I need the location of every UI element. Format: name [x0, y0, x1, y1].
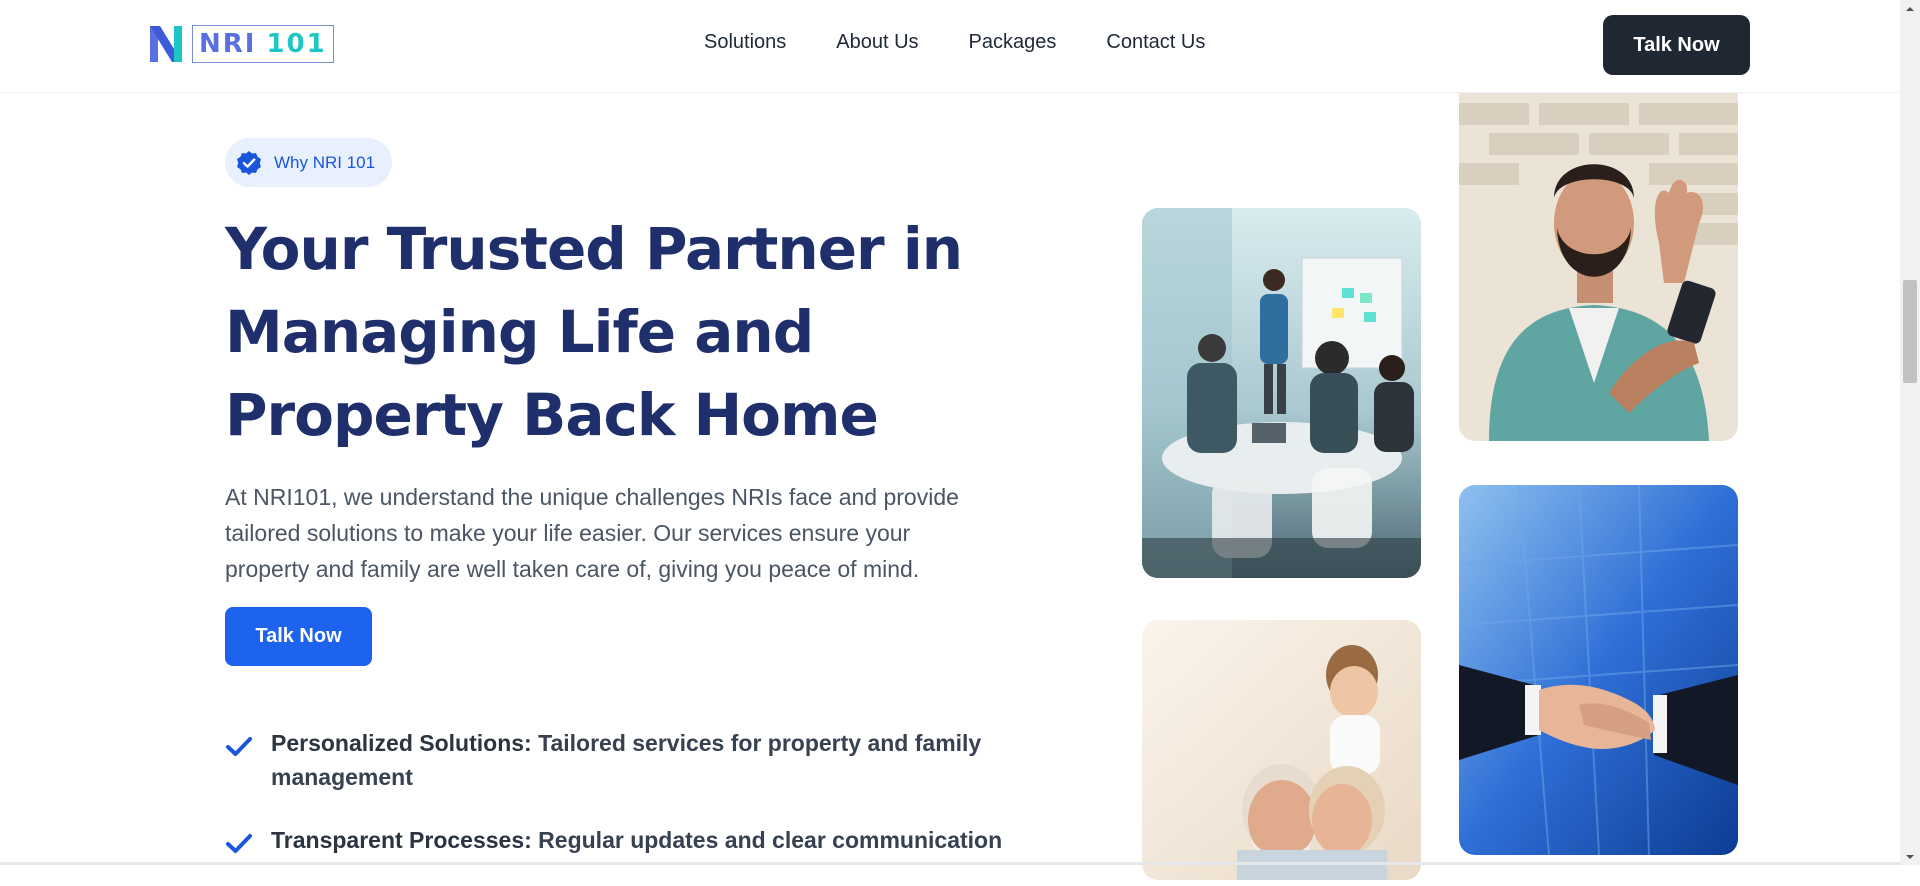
why-badge: Why NRI 101 — [225, 138, 392, 187]
hero-talk-now-button[interactable]: Talk Now — [225, 607, 372, 666]
nav-packages[interactable]: Packages — [969, 31, 1057, 54]
feature-text: Transparent Processes: Regular updates a… — [271, 823, 1025, 857]
feature-description: Regular updates and clear communication — [531, 827, 1003, 853]
headline-line: Managing Life and — [225, 298, 814, 366]
checkmark-icon — [226, 834, 252, 853]
logo-101-text: 101 — [266, 29, 327, 59]
verified-check-icon — [237, 150, 261, 175]
main-nav: Solutions About Us Packages Contact Us — [704, 31, 1205, 54]
badge-label: Why NRI 101 — [274, 152, 376, 172]
page-scrollbar[interactable] — [1900, 0, 1920, 865]
nav-contact-us[interactable]: Contact Us — [1106, 31, 1205, 54]
intro-line: tailored solutions to make your life eas… — [225, 520, 911, 546]
nav-solutions[interactable]: Solutions — [704, 31, 786, 54]
site-header: NRI 101 Solutions About Us Packages Cont… — [0, 0, 1900, 93]
meeting-photo — [1142, 208, 1421, 578]
header-talk-now-button[interactable]: Talk Now — [1603, 15, 1750, 75]
logo-nri-text: NRI — [199, 29, 257, 59]
scroll-down-arrow-icon[interactable] — [1900, 848, 1920, 865]
handshake-photo — [1459, 485, 1738, 855]
feature-title: Transparent Processes: — [271, 827, 532, 853]
logo-n-icon — [150, 26, 182, 62]
headline-line: Property Back Home — [225, 381, 879, 449]
checkmark-icon — [226, 737, 252, 756]
intro-line: property and family are well taken care … — [225, 556, 920, 582]
logo[interactable]: NRI 101 — [148, 22, 334, 66]
feature-item: Transparent Processes: Regular updates a… — [225, 823, 1025, 857]
nav-about-us[interactable]: About Us — [836, 31, 918, 54]
scroll-up-arrow-icon[interactable] — [1900, 0, 1920, 17]
headline-line: Your Trusted Partner in — [225, 215, 963, 283]
family-photo — [1142, 620, 1421, 880]
feature-title: Personalized Solutions: — [271, 730, 532, 756]
man-video-call-photo — [1459, 93, 1738, 441]
intro-line: At NRI101, we understand the unique chal… — [225, 484, 959, 510]
logo-wordmark: NRI 101 — [192, 25, 334, 63]
hero-intro: At NRI101, we understand the unique chal… — [225, 479, 995, 587]
feature-text: Personalized Solutions: Tailored service… — [271, 726, 1025, 794]
feature-item: Personalized Solutions: Tailored service… — [225, 726, 1025, 794]
hero-headline: Your Trusted Partner in Managing Life an… — [225, 208, 985, 457]
scrollbar-thumb[interactable] — [1903, 280, 1917, 383]
